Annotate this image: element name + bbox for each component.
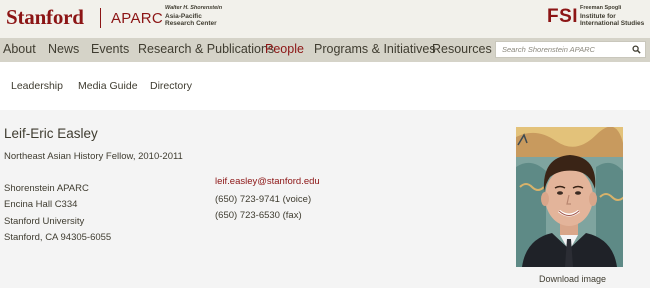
nav-item-news[interactable]: News: [48, 42, 79, 56]
download-image-link[interactable]: Download image: [539, 274, 606, 284]
profile-photo: [516, 127, 623, 267]
aparc-logo[interactable]: APARC: [111, 10, 163, 27]
address-line: Shorenstein APARC: [4, 183, 89, 194]
site-header: Stanford APARC Walter H. Shorenstein Asi…: [0, 0, 650, 38]
subnav-item-leadership[interactable]: Leadership: [11, 80, 63, 92]
subnav-item-directory[interactable]: Directory: [150, 80, 192, 92]
search-input[interactable]: Search Shorenstein APARC: [495, 41, 646, 58]
sub-nav: Leadership Media Guide Directory: [0, 62, 650, 110]
phone-fax: (650) 723-6530 (fax): [215, 210, 302, 221]
stanford-logo[interactable]: Stanford: [6, 5, 84, 30]
phone-voice: (650) 723-9741 (voice): [215, 194, 312, 205]
fsi-logo[interactable]: FSI: [547, 6, 578, 28]
fsi-subtitle: Freeman Spogli Institute for Internation…: [580, 5, 644, 28]
nav-item-resources[interactable]: Resources: [432, 42, 492, 56]
nav-item-programs-initiatives[interactable]: Programs & Initiatives: [314, 42, 436, 56]
profile-name: Leif-Eric Easley: [4, 126, 98, 141]
nav-item-about[interactable]: About: [3, 42, 36, 56]
fsi-subtitle-line-1: Freeman Spogli: [580, 5, 622, 11]
logo-divider: [100, 8, 101, 28]
aparc-subtitle-line-3: Research Center: [165, 20, 217, 27]
address-line: Stanford University: [4, 216, 85, 227]
profile-photo-illustration: [516, 127, 623, 267]
fsi-subtitle-line-3: International Studies: [580, 20, 645, 27]
subnav-item-media-guide[interactable]: Media Guide: [78, 80, 138, 92]
nav-item-research-publications[interactable]: Research & Publications: [138, 42, 274, 56]
search-placeholder: Search Shorenstein APARC: [502, 45, 595, 54]
fsi-subtitle-line-2: Institute for: [580, 12, 616, 20]
profile-role: Northeast Asian History Fellow, 2010-201…: [4, 151, 183, 162]
email-link[interactable]: leif.easley@stanford.edu: [215, 176, 320, 187]
nav-item-events[interactable]: Events: [91, 42, 129, 56]
aparc-subtitle: Walter H. Shorenstein Asia-Pacific Resea…: [165, 5, 222, 28]
address-line: Encina Hall C334: [4, 199, 78, 210]
aparc-subtitle-line-2: Asia-Pacific: [165, 12, 202, 20]
nav-item-people[interactable]: People: [265, 42, 304, 56]
address-line: Stanford, CA 94305-6055: [4, 232, 112, 243]
aparc-subtitle-line-1: Walter H. Shorenstein: [165, 5, 223, 11]
search-icon[interactable]: [632, 45, 641, 54]
